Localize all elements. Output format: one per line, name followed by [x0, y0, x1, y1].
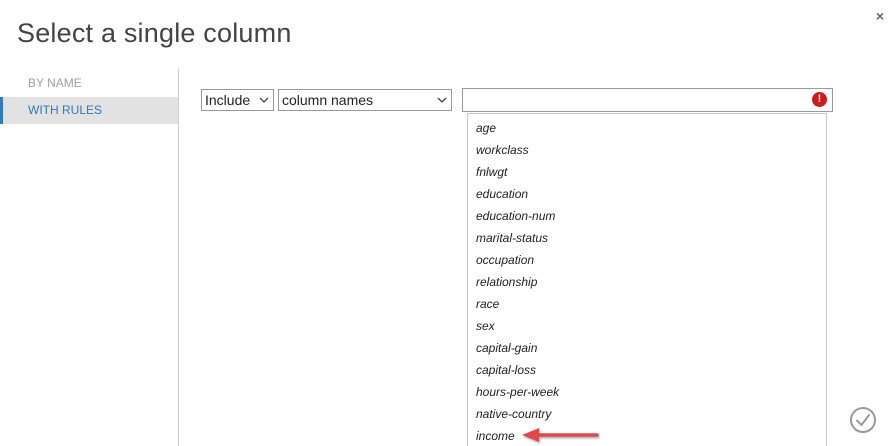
sidebar-item-label: BY NAME	[28, 76, 82, 90]
rule-type-select[interactable]: column names	[278, 89, 452, 111]
vertical-divider	[178, 68, 179, 446]
sidebar: BY NAME WITH RULES	[0, 70, 178, 124]
dialog-title: Select a single column	[17, 18, 292, 48]
chevron-down-icon	[437, 90, 447, 118]
list-item[interactable]: fnlwgt	[468, 161, 826, 183]
sidebar-item-by-name[interactable]: BY NAME	[0, 70, 178, 97]
list-item[interactable]: native-country	[468, 403, 826, 425]
list-item[interactable]: education-num	[468, 205, 826, 227]
rule-type-select-value: column names	[282, 92, 374, 108]
list-item[interactable]: sex	[468, 315, 826, 337]
sidebar-item-with-rules[interactable]: WITH RULES	[0, 97, 178, 124]
error-icon: !	[812, 92, 827, 107]
sidebar-item-label: WITH RULES	[28, 103, 103, 117]
checkmark-icon	[852, 414, 874, 435]
select-column-dialog: Select a single column × BY NAME WITH RU…	[0, 0, 896, 446]
list-item[interactable]: relationship	[468, 271, 826, 293]
list-item[interactable]: capital-gain	[468, 337, 826, 359]
list-item[interactable]: education	[468, 183, 826, 205]
list-item[interactable]: marital-status	[468, 227, 826, 249]
column-name-input[interactable]: !	[462, 88, 833, 112]
list-item[interactable]: hours-per-week	[468, 381, 826, 403]
list-item[interactable]: age	[468, 117, 826, 139]
list-item[interactable]: workclass	[468, 139, 826, 161]
list-item[interactable]: capital-loss	[468, 359, 826, 381]
include-exclude-select[interactable]: Include	[201, 89, 274, 111]
list-item[interactable]: occupation	[468, 249, 826, 271]
include-select-value: Include	[205, 92, 251, 108]
column-suggestion-list: age workclass fnlwgt education education…	[467, 113, 827, 446]
ok-button[interactable]	[850, 407, 876, 433]
annotation-arrow-icon	[520, 427, 600, 446]
chevron-down-icon	[259, 90, 269, 118]
list-item[interactable]: race	[468, 293, 826, 315]
close-icon[interactable]: ×	[876, 8, 884, 24]
